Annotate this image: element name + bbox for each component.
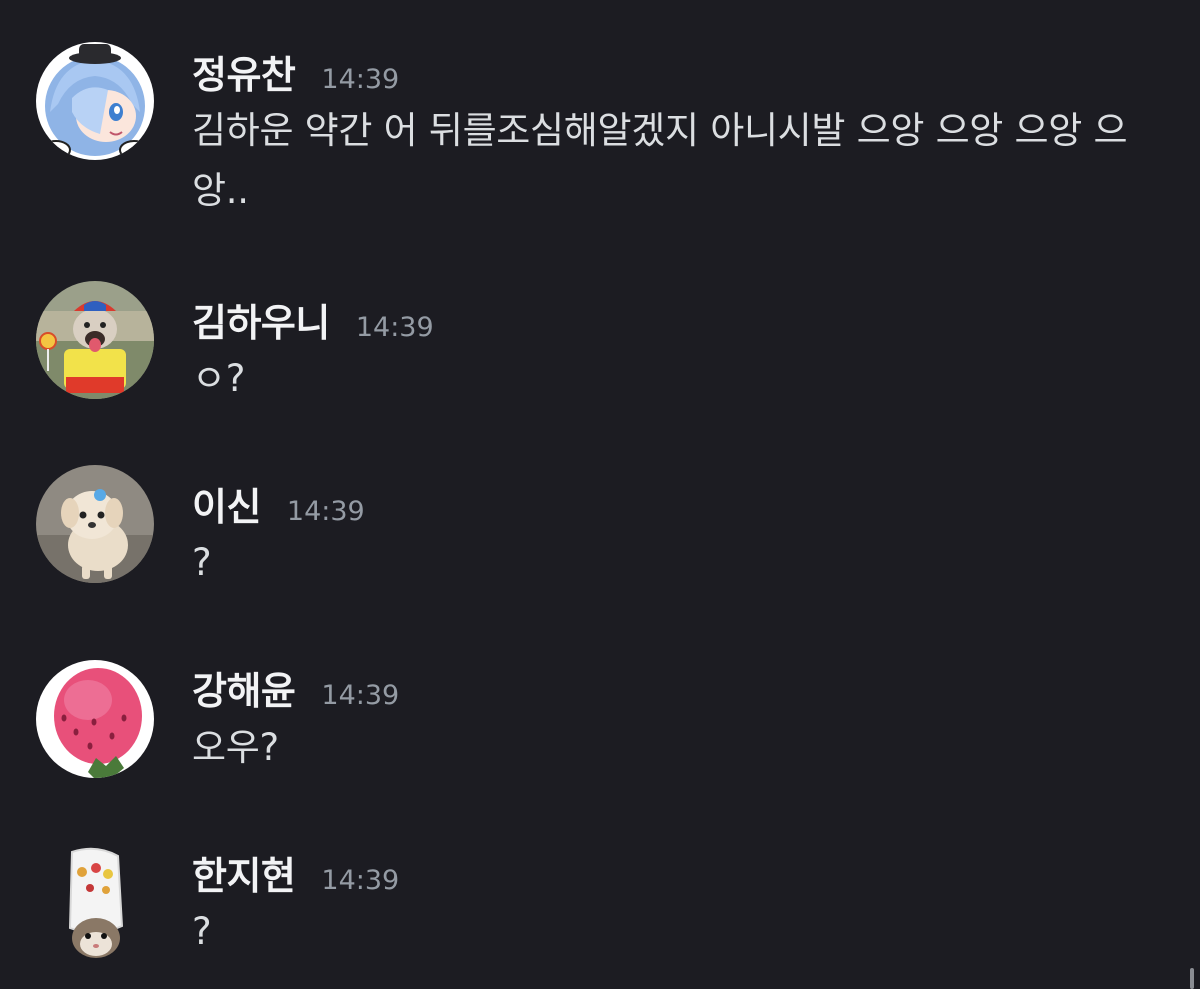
dog-in-costume-avatar-icon: [36, 281, 154, 399]
user-avatar[interactable]: [36, 42, 154, 160]
author-name[interactable]: 이신: [192, 476, 261, 531]
timestamp[interactable]: 14:39: [356, 312, 434, 343]
message-header: 이신 14:39: [192, 476, 365, 529]
cat-in-croc-avatar-icon: [36, 846, 154, 964]
message-text: ?: [192, 541, 212, 584]
strawberry-avatar-icon: [36, 660, 154, 778]
author-name[interactable]: 정유찬: [192, 44, 296, 99]
timestamp[interactable]: 14:39: [321, 64, 399, 95]
chat-message-list: 정유찬 14:39 김하운 약간 어 뒤를조심해알겠지 아니시발 으앙 으앙 으…: [0, 0, 1200, 989]
user-avatar[interactable]: [36, 660, 154, 778]
anime-girl-avatar-icon: [36, 42, 154, 160]
scrollbar[interactable]: [1190, 968, 1194, 989]
user-avatar[interactable]: [36, 846, 154, 964]
message-header: 김하우니 14:39: [192, 292, 434, 345]
message-text: 김하운 약간 어 뒤를조심해알겠지 아니시발 으앙 으앙 으앙 으앙..: [192, 109, 1128, 212]
author-name[interactable]: 김하우니: [192, 292, 330, 347]
timestamp[interactable]: 14:39: [321, 680, 399, 711]
message-header: 정유찬 14:39: [192, 44, 399, 97]
message-header: 강해윤 14:39: [192, 660, 399, 713]
user-avatar[interactable]: [36, 281, 154, 399]
message-header: 한지현 14:39: [192, 845, 399, 898]
message-text: 오우?: [192, 726, 279, 769]
timestamp[interactable]: 14:39: [321, 865, 399, 896]
author-name[interactable]: 강해윤: [192, 660, 296, 715]
timestamp[interactable]: 14:39: [287, 496, 365, 527]
message-text: ㅇ?: [192, 357, 246, 400]
user-avatar[interactable]: [36, 465, 154, 583]
author-name[interactable]: 한지현: [192, 845, 296, 900]
puppy-avatar-icon: [36, 465, 154, 583]
message-text: ?: [192, 910, 212, 953]
